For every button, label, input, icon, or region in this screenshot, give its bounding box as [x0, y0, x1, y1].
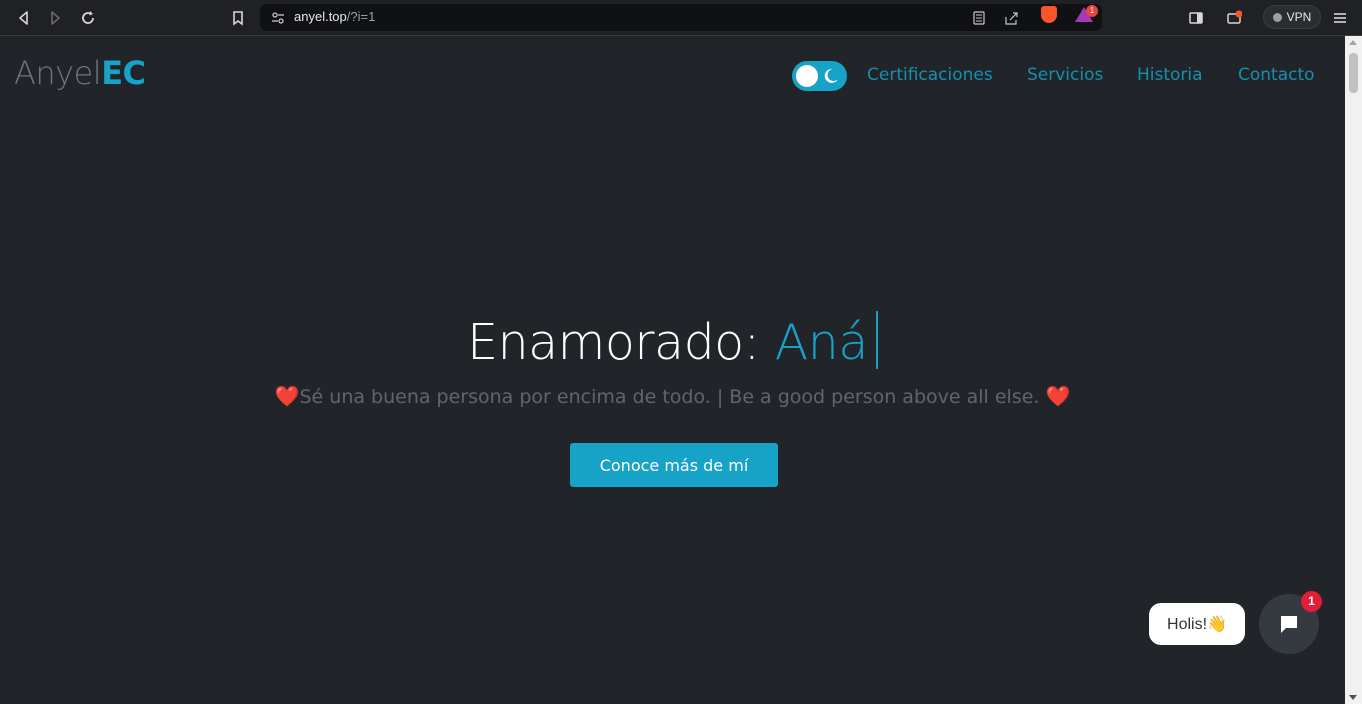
hero-typed-text: Aná	[774, 314, 869, 371]
rewards-badge: 1	[1086, 5, 1098, 17]
heart-icon: ❤️	[274, 384, 300, 408]
nav-certificaciones[interactable]: Certificaciones	[867, 65, 993, 85]
toggle-knob	[796, 65, 818, 87]
site-settings-icon[interactable]	[271, 11, 285, 25]
vpn-button[interactable]: VPN	[1263, 5, 1321, 29]
scrollbar-thumb[interactable]	[1349, 53, 1358, 93]
reader-mode-icon[interactable]	[970, 9, 988, 27]
page-scrollbar[interactable]	[1345, 36, 1362, 704]
scroll-up-icon[interactable]	[1349, 40, 1357, 45]
chat-unread-badge: 1	[1301, 591, 1322, 612]
hero-title-prefix: Enamorado:	[467, 314, 760, 371]
browser-toolbar: anyel.top/?i=1 1 VPN	[0, 0, 1362, 36]
hero-subtitle-text: Sé una buena persona por encima de todo.…	[299, 386, 1040, 408]
url-text: anyel.top/?i=1	[294, 9, 375, 24]
scroll-down-icon[interactable]	[1349, 695, 1357, 700]
nav-historia[interactable]: Historia	[1137, 65, 1203, 85]
logo-light-text: Anyel	[14, 54, 102, 92]
theme-toggle[interactable]	[792, 61, 847, 91]
address-bar[interactable]: anyel.top/?i=1	[260, 4, 1102, 31]
about-me-button[interactable]: Conoce más de mí	[570, 443, 778, 487]
url-host: anyel.top	[294, 9, 347, 24]
hero-title: Enamorado: Aná	[0, 311, 1345, 371]
share-icon[interactable]	[1002, 9, 1020, 27]
moon-icon	[824, 68, 838, 83]
menu-icon[interactable]	[1328, 6, 1352, 30]
page-content: AnyelEC Certificaciones Servicios Histor…	[0, 36, 1345, 704]
sidebar-icon[interactable]	[1184, 6, 1208, 30]
chat-greeting-bubble[interactable]: Holis!👋	[1149, 603, 1245, 645]
forward-icon[interactable]	[43, 6, 67, 30]
typing-caret	[875, 311, 878, 369]
nav-servicios[interactable]: Servicios	[1027, 65, 1103, 85]
site-logo[interactable]: AnyelEC	[14, 54, 146, 92]
url-path: /?i=1	[346, 9, 376, 24]
heart-icon: ❤️	[1045, 384, 1071, 408]
logo-bold-text: EC	[101, 54, 146, 92]
vpn-label: VPN	[1286, 10, 1312, 24]
wallet-icon[interactable]	[1222, 6, 1246, 30]
bookmark-icon[interactable]	[226, 6, 250, 30]
brave-shields-icon[interactable]	[1041, 6, 1057, 23]
reload-icon[interactable]	[76, 6, 100, 30]
chat-icon	[1281, 616, 1297, 633]
hero-subtitle: ❤️Sé una buena persona por encima de tod…	[0, 384, 1345, 408]
nav-contacto[interactable]: Contacto	[1238, 65, 1315, 85]
vpn-status-icon	[1272, 12, 1282, 22]
back-icon[interactable]	[12, 6, 36, 30]
